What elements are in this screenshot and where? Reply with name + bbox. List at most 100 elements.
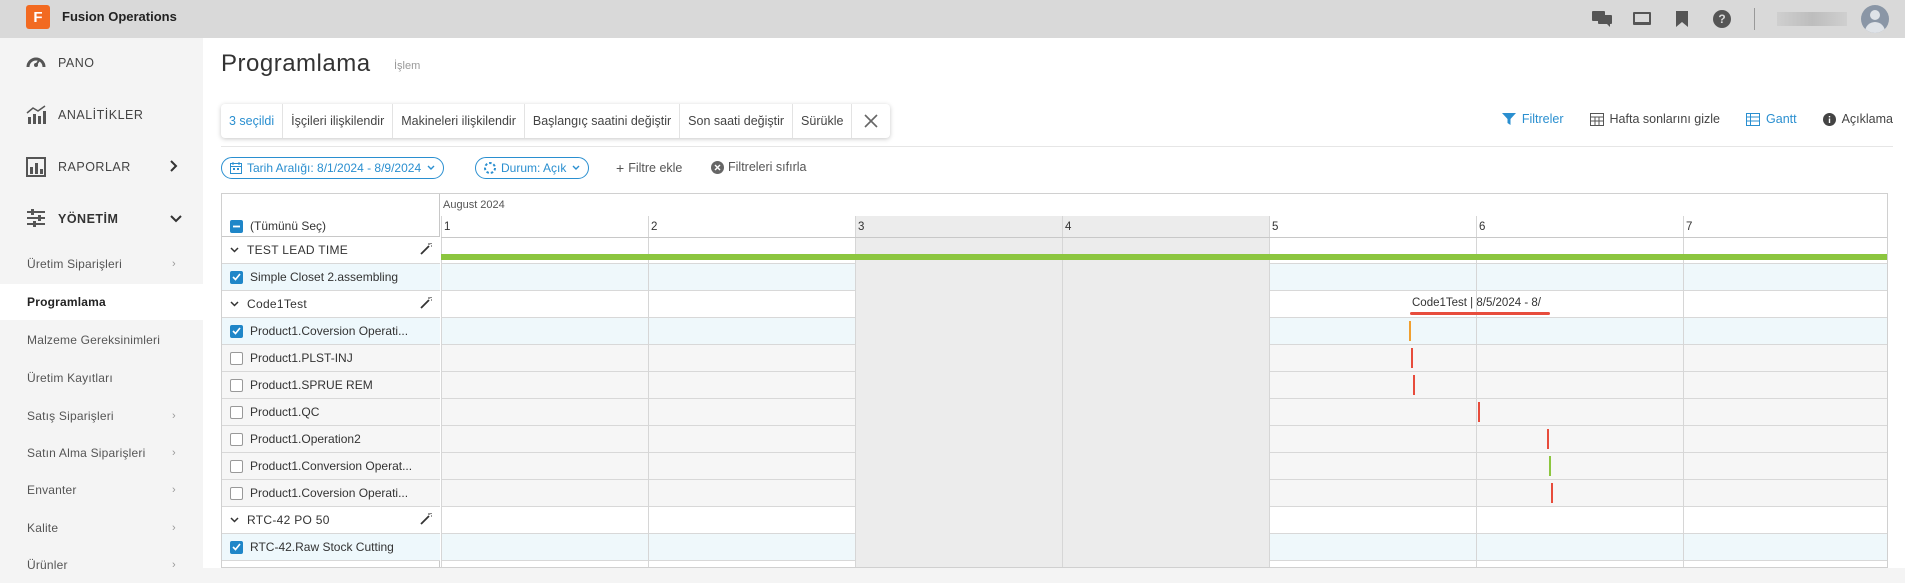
add-filter-button[interactable]: + Filtre ekle (616, 160, 682, 176)
chevron-down-icon[interactable] (230, 517, 239, 523)
gantt-marker-conversion-operation[interactable] (1549, 456, 1551, 476)
magic-wand-icon[interactable] (420, 296, 432, 312)
user-name-blurred[interactable] (1777, 12, 1847, 26)
sidebar-sub-material-requirements[interactable]: Malzeme Gereksinimleri (0, 322, 203, 358)
status-label: Durum: Açık (501, 161, 567, 175)
row-checkbox[interactable] (230, 486, 243, 500)
chevron-down-icon[interactable] (230, 247, 239, 253)
sidebar-sub-purchase-orders[interactable]: Satın Alma Siparişleri › (0, 435, 203, 471)
task-label: RTC-42.Raw Stock Cutting (250, 540, 394, 554)
task-row[interactable]: Product1.Conversion Operat... (222, 453, 440, 480)
sidebar-item-management[interactable]: YÖNETİM (0, 194, 203, 244)
sidebar-item-pano[interactable]: PANO (0, 38, 203, 88)
gantt-marker-coversion-operation-2[interactable] (1551, 483, 1553, 503)
task-row[interactable]: Simple Closet 2.assembling (222, 264, 440, 291)
assign-workers-button[interactable]: İşçileri ilişkilendir (283, 104, 394, 138)
group-row[interactable]: Code1Test (222, 291, 440, 318)
sidebar-sub-label: Ürünler (27, 558, 68, 572)
gantt-task-list: (Tümünü Seç) TEST LEAD TIME Simple Close… (222, 194, 440, 567)
row-checkbox[interactable] (230, 378, 243, 392)
chevron-down-icon (427, 165, 435, 171)
row-checkbox[interactable] (230, 405, 243, 419)
gantt-chart: (Tümünü Seç) TEST LEAD TIME Simple Close… (221, 193, 1888, 568)
sidebar-sub-production-records[interactable]: Üretim Kayıtları (0, 360, 203, 396)
chevron-right-icon: › (172, 559, 176, 571)
change-end-time-button[interactable]: Son saati değiştir (680, 104, 794, 138)
avatar[interactable] (1861, 5, 1889, 33)
hide-weekends-button[interactable]: Hafta sonlarını gizle (1589, 112, 1721, 126)
sidebar-sub-sales-orders[interactable]: Satış Siparişleri › (0, 398, 203, 434)
filter-icon (1501, 113, 1516, 125)
hide-weekends-label: Hafta sonlarını gizle (1609, 112, 1721, 126)
day-column (1476, 216, 1683, 567)
reset-filters-button[interactable]: Filtreleri sıfırla (711, 160, 806, 174)
legend-button[interactable]: Açıklama (1822, 112, 1893, 126)
app-logo[interactable]: F (26, 5, 50, 29)
gantt-list-header: (Tümünü Seç) (222, 194, 440, 237)
chevron-right-icon: › (172, 258, 176, 270)
sidebar-item-analytics[interactable]: ANALİTİKLER (0, 90, 203, 140)
task-row[interactable]: Product1.Operation2 (222, 426, 440, 453)
drag-button[interactable]: Sürükle (793, 104, 853, 138)
gantt-marker-operation2[interactable] (1547, 429, 1549, 449)
task-row[interactable]: Product1.SPRUE REM (222, 372, 440, 399)
chevron-right-icon: › (172, 447, 176, 459)
magic-wand-icon[interactable] (420, 242, 432, 258)
group-row[interactable]: RTC-42 PO 50 (222, 507, 440, 534)
task-row[interactable]: RTC-42.Raw Stock Cutting (222, 534, 440, 561)
task-row[interactable]: Product1.PLST-INJ (222, 345, 440, 372)
magic-wand-icon[interactable] (420, 512, 432, 528)
sidebar-sub-label: Programlama (27, 295, 106, 309)
analytics-icon (26, 105, 48, 125)
task-row[interactable]: Product1.Coversion Operati... (222, 318, 440, 345)
gantt-timeline[interactable]: August 2024 1 2 3 4 5 6 7 Code1Test | 8/… (441, 194, 1887, 567)
monitor-icon[interactable] (1632, 10, 1652, 28)
gantt-marker-sprue-rem[interactable] (1413, 375, 1415, 395)
sidebar-item-reports[interactable]: RAPORLAR (0, 142, 203, 192)
sidebar-sub-label: Satış Siparişleri (27, 409, 114, 423)
assign-machines-button[interactable]: Makineleri ilişkilendir (393, 104, 525, 138)
date-range-filter-chip[interactable]: Tarih Aralığı: 8/1/2024 - 8/9/2024 (221, 157, 445, 179)
sidebar-sub-products[interactable]: Ürünler › (0, 547, 203, 583)
gantt-marker-qc[interactable] (1478, 402, 1480, 422)
select-all-checkbox[interactable] (230, 219, 243, 233)
gantt-bar-test-lead-time[interactable] (441, 254, 1887, 260)
status-filter-chip[interactable]: Durum: Açık (475, 157, 590, 179)
row-checkbox[interactable] (230, 540, 243, 554)
row-checkbox[interactable] (230, 432, 243, 446)
filters-button[interactable]: Filtreler (1501, 112, 1564, 126)
chat-icon[interactable] (1592, 10, 1612, 28)
gantt-bar-code1test[interactable] (1410, 312, 1550, 315)
task-row[interactable]: Product1.Coversion Operati... (222, 480, 440, 507)
row-checkbox[interactable] (230, 324, 243, 338)
chevron-right-icon (170, 159, 178, 175)
help-icon[interactable]: ? (1712, 10, 1732, 28)
sidebar-sub-production-orders[interactable]: Üretim Siparişleri › (0, 246, 203, 282)
row-checkbox[interactable] (230, 270, 243, 284)
date-range-label: Tarih Aralığı: 8/1/2024 - 8/9/2024 (247, 161, 422, 175)
close-icon[interactable] (852, 104, 890, 138)
gantt-bar-label[interactable]: Code1Test | 8/5/2024 - 8/ (1412, 297, 1541, 309)
row-checkbox[interactable] (230, 459, 243, 473)
select-all-row[interactable]: (Tümünü Seç) (222, 216, 326, 236)
bookmark-icon[interactable] (1672, 10, 1692, 28)
task-label: Product1.Operation2 (250, 432, 361, 446)
group-row[interactable]: TEST LEAD TIME (222, 237, 440, 264)
change-start-time-button[interactable]: Başlangıç saatini değiştir (525, 104, 681, 138)
gantt-button[interactable]: Gantt (1746, 112, 1797, 126)
sidebar-sub-inventory[interactable]: Envanter › (0, 472, 203, 508)
sidebar-sub-quality[interactable]: Kalite › (0, 510, 203, 546)
sidebar-sub-label: Kalite (27, 521, 59, 535)
sidebar-sub-scheduling[interactable]: Programlama (0, 284, 203, 320)
app-title: Fusion Operations (62, 9, 177, 24)
gantt-marker-coversion-operation[interactable] (1409, 321, 1411, 341)
info-icon (1822, 112, 1836, 126)
plus-icon: + (616, 160, 625, 176)
task-label: Product1.QC (250, 405, 320, 419)
chevron-down-icon[interactable] (230, 301, 239, 307)
row-checkbox[interactable] (230, 351, 243, 365)
task-row[interactable]: Product1.QC (222, 399, 440, 426)
header-divider (441, 237, 1887, 238)
gantt-marker-plst-inj[interactable] (1411, 348, 1413, 368)
legend-label: Açıklama (1841, 112, 1893, 126)
